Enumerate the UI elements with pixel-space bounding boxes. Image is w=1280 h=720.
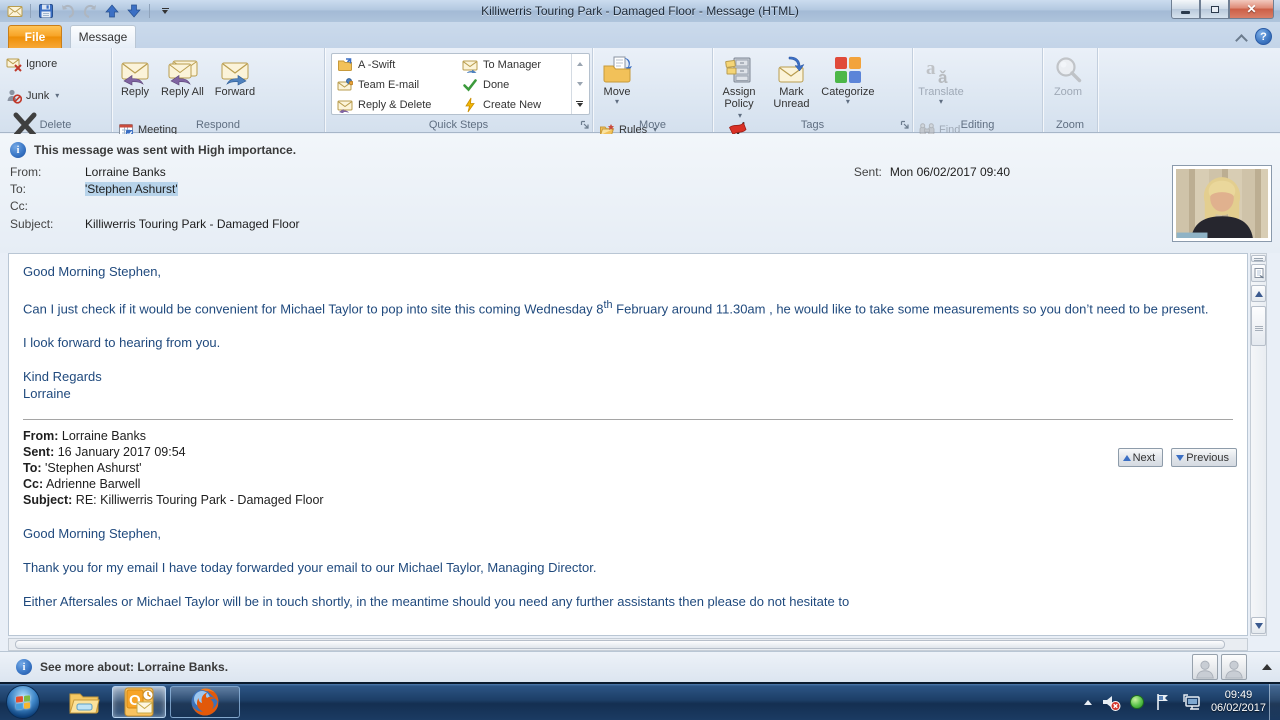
body-signature: Kind Regards (23, 368, 1233, 385)
sent-value: Mon 06/02/2017 09:40 (890, 165, 1010, 179)
zoom-button: Zoom (1045, 51, 1091, 117)
info-icon: i (10, 142, 26, 158)
quick-steps-scroll-up[interactable] (572, 54, 587, 74)
sent-row: Sent:Mon 06/02/2017 09:40 (854, 165, 1010, 179)
taskbar-explorer-button[interactable] (62, 686, 106, 718)
from-value[interactable]: Lorraine Banks (85, 165, 166, 179)
next-arrow-icon (1123, 455, 1131, 461)
move-button[interactable]: Move▾ (595, 51, 639, 117)
ignore-button[interactable]: Ignore (2, 53, 63, 74)
quoted-paragraph: Thank you for my email I have today forw… (23, 559, 1233, 576)
show-desktop-button[interactable] (1269, 684, 1280, 720)
sender-photo (1172, 165, 1272, 242)
quick-step-team-email[interactable]: Team E-mail (334, 75, 459, 95)
help-icon[interactable]: ? (1255, 28, 1272, 45)
people-pane: i See more about: Lorraine Banks. (0, 651, 1280, 682)
forward-button[interactable]: Forward (209, 51, 261, 117)
next-button[interactable]: Next (1118, 448, 1164, 467)
ribbon-tab-row: File Message ? (0, 22, 1280, 48)
quick-steps-more-button[interactable] (572, 94, 587, 114)
quick-step-create-new[interactable]: Create New (459, 95, 571, 115)
taskbar-outlook-button[interactable] (112, 686, 166, 718)
outlook-message-window: Killiwerris Touring Park - Damaged Floor… (0, 0, 1280, 682)
quick-steps-scroll-down[interactable] (572, 74, 587, 94)
contact-avatar[interactable] (1192, 654, 1218, 680)
title-bar: Killiwerris Touring Park - Damaged Floor… (0, 0, 1280, 22)
ribbon-group-tags: Assign Policy Mark Unread Categorize▾ Fo… (713, 48, 913, 132)
status-orb-icon[interactable] (1130, 695, 1144, 709)
body-signature: Lorraine (23, 385, 1233, 402)
quick-step-done[interactable]: Done (459, 75, 571, 95)
ribbon: Ignore Junk Delete Delete Reply Reply Al… (0, 48, 1280, 133)
quick-step-reply-delete[interactable]: Reply & Delete (334, 95, 459, 115)
restore-button[interactable] (1200, 0, 1229, 19)
subject-label: Subject: (10, 217, 53, 231)
scrollbar-thumb[interactable] (1251, 306, 1266, 346)
quoted-message: From: Lorraine Banks Sent: 16 January 20… (23, 419, 1233, 610)
taskbar-clock[interactable]: 09:49 06/02/2017 (1211, 689, 1266, 715)
message-body[interactable]: Good Morning Stephen, Can I just check i… (8, 253, 1248, 636)
tab-message[interactable]: Message (70, 25, 136, 48)
system-tray: 09:49 06/02/2017 (1084, 684, 1266, 720)
minimize-button[interactable] (1171, 0, 1200, 19)
minimize-ribbon-icon[interactable] (1237, 34, 1247, 40)
split-handle[interactable] (1251, 255, 1266, 262)
people-pane-text: See more about: Lorraine Banks. (40, 660, 228, 674)
body-paragraph: I look forward to hearing from you. (23, 334, 1233, 351)
mark-unread-button[interactable]: Mark Unread (767, 51, 815, 117)
assign-policy-button[interactable]: Assign Policy (715, 51, 763, 117)
quick-steps-dialog-launcher[interactable] (580, 120, 590, 130)
to-value[interactable]: 'Stephen Ashurst' (85, 182, 178, 196)
quick-step-to-manager[interactable]: To Manager (459, 55, 571, 75)
taskbar: 09:49 06/02/2017 (0, 684, 1280, 720)
tags-dialog-launcher[interactable] (900, 120, 910, 130)
info-icon: i (16, 659, 32, 675)
translate-button: Translate▾ (915, 51, 967, 117)
hscrollbar-thumb[interactable] (15, 640, 1225, 649)
previous-arrow-icon (1176, 455, 1184, 461)
network-icon[interactable] (1182, 692, 1202, 712)
from-label: From: (10, 165, 41, 179)
subject-value: Killiwerris Touring Park - Damaged Floor (85, 217, 300, 231)
previous-button[interactable]: Previous (1171, 448, 1237, 467)
body-paragraph: Good Morning Stephen, (23, 263, 1233, 280)
scroll-up-button[interactable] (1251, 285, 1266, 302)
to-label: To: (10, 182, 26, 196)
ribbon-group-zoom: Zoom Zoom (1043, 48, 1098, 132)
message-header: i This message was sent with High import… (0, 134, 1280, 253)
ribbon-group-delete: Ignore Junk Delete Delete (0, 48, 112, 132)
junk-button[interactable]: Junk (2, 85, 63, 106)
tray-expand-icon[interactable] (1084, 700, 1092, 705)
scrollbar-page-button[interactable] (1251, 264, 1266, 282)
contact-avatar[interactable] (1221, 654, 1247, 680)
reply-button[interactable]: Reply (114, 51, 156, 117)
action-center-flag-icon[interactable] (1153, 692, 1173, 712)
ribbon-group-move: Move▾ Rules Actions Move (593, 48, 713, 132)
reply-all-button[interactable]: Reply All (160, 51, 204, 117)
ribbon-group-quick-steps: A -Swift To Manager Team E-mail Done Rep… (325, 48, 593, 132)
ribbon-group-respond: Reply Reply All Forward Meeting More Res… (112, 48, 325, 132)
quick-step-a-swift[interactable]: A -Swift (334, 55, 459, 75)
windows-logo-icon (16, 695, 30, 709)
quoted-paragraph: Either Aftersales or Michael Taylor will… (23, 593, 1233, 610)
scroll-down-button[interactable] (1251, 617, 1266, 634)
vertical-scrollbar[interactable] (1250, 253, 1267, 636)
start-button[interactable] (6, 685, 40, 719)
quoted-paragraph: Good Morning Stephen, (23, 525, 1233, 542)
importance-info-bar: i This message was sent with High import… (10, 142, 296, 158)
window-title: Killiwerris Touring Park - Damaged Floor… (0, 4, 1280, 18)
horizontal-scrollbar[interactable] (8, 638, 1248, 651)
body-paragraph: Can I just check if it would be convenie… (23, 297, 1233, 317)
taskbar-firefox-button[interactable] (170, 686, 240, 718)
close-button[interactable]: ✕ (1229, 0, 1274, 19)
ribbon-group-editing: Translate▾ Find Related Select Editing (913, 48, 1043, 132)
volume-muted-icon[interactable] (1101, 692, 1121, 712)
cc-label: Cc: (10, 199, 28, 213)
categorize-button[interactable]: Categorize▾ (820, 51, 876, 117)
tab-file[interactable]: File (8, 25, 62, 48)
expand-people-pane-icon[interactable] (1262, 664, 1272, 670)
quick-steps-box: A -Swift To Manager Team E-mail Done Rep… (331, 53, 590, 115)
